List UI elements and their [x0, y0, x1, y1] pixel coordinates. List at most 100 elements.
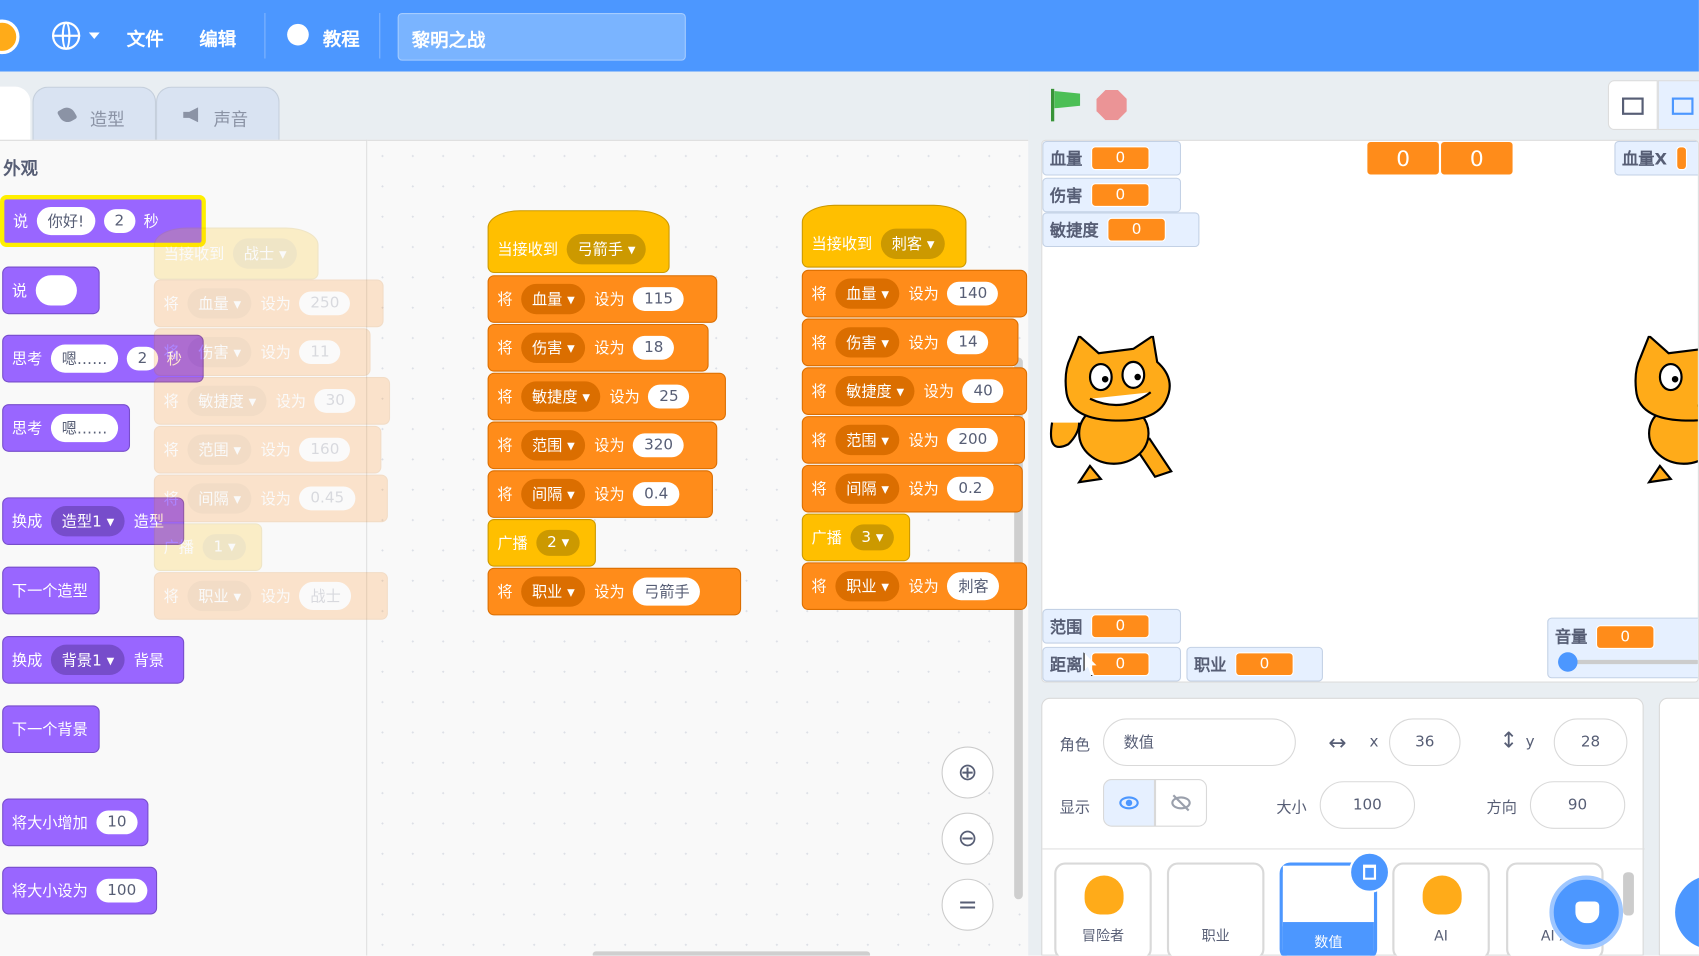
set-var-block[interactable]: 将伤害 ▾ 设为 11 — [153, 328, 371, 376]
variable-dropdown[interactable]: 伤害 ▾ — [835, 327, 900, 358]
think-text-input[interactable]: 嗯…… — [50, 413, 119, 443]
block-change-size[interactable]: 将大小增加 10 — [2, 798, 149, 847]
broadcast-block[interactable]: 广播 2 ▾ — [487, 518, 596, 567]
set-var-block[interactable]: 将敏捷度 ▾ 设为 30 — [153, 377, 391, 425]
block-say[interactable]: 说 — [2, 266, 100, 315]
set-var-block[interactable]: 将 职业 ▾ 设为 刺客 — [801, 562, 1028, 611]
globe-icon[interactable] — [52, 21, 81, 50]
message-dropdown[interactable]: 战士 ▾ — [232, 238, 298, 269]
say-secs-input[interactable]: 2 — [103, 209, 135, 233]
zoom-out-button[interactable]: ⊖ — [941, 812, 994, 865]
variable-dropdown[interactable]: 血量 ▾ — [835, 278, 900, 309]
message-dropdown[interactable]: 刺客 ▾ — [880, 228, 946, 259]
show-hidden-button[interactable] — [1155, 779, 1208, 827]
variable-dropdown[interactable]: 敏捷度 ▾ — [521, 381, 601, 412]
small-stage-button[interactable] — [1607, 80, 1658, 131]
set-var-block[interactable]: 将 敏捷度 ▾ 设为 40 — [801, 367, 1028, 415]
variable-dropdown[interactable]: 伤害 ▾ — [521, 332, 586, 363]
broadcast-dropdown[interactable]: 2 ▾ — [536, 529, 581, 556]
sprite-tile[interactable]: AI — [1392, 862, 1490, 956]
broadcast-dropdown[interactable]: 3 ▾ — [850, 524, 895, 551]
block-next-costume[interactable]: 下一个造型 — [2, 566, 100, 615]
set-var-block[interactable]: 将 间隔 ▾ 设为 0.4 — [487, 470, 713, 518]
tab-code[interactable] — [0, 86, 31, 144]
variable-dropdown[interactable]: 间隔 ▾ — [835, 473, 900, 504]
value-input[interactable]: 14 — [947, 330, 989, 355]
value-input[interactable]: 18 — [633, 335, 675, 360]
large-stage-button[interactable] — [1657, 80, 1699, 131]
sprite-name-input[interactable]: 数值 — [1103, 718, 1296, 767]
broadcast-block[interactable]: 广播 3 ▾ — [801, 513, 911, 562]
variable-dropdown[interactable]: 职业 ▾ — [521, 576, 586, 607]
set-var-block[interactable]: 将 敏捷度 ▾ 设为 25 — [487, 372, 726, 421]
zoom-reset-button[interactable]: = — [941, 878, 994, 931]
variable-dropdown[interactable]: 范围 ▾ — [835, 424, 900, 456]
block-next-backdrop[interactable]: 下一个背景 — [2, 705, 100, 754]
direction-input[interactable]: 90 — [1529, 781, 1626, 829]
menu-edit[interactable]: 编辑 — [199, 24, 236, 51]
size-change-input[interactable]: 10 — [96, 810, 138, 835]
scrollbar-horizontal[interactable] — [592, 951, 871, 956]
value-input[interactable]: 弓箭手 — [633, 577, 701, 606]
y-input[interactable]: 28 — [1553, 718, 1628, 767]
menu-tutorial[interactable]: 教程 — [323, 24, 360, 51]
backdrop-dropdown[interactable]: 背景1 ▾ — [50, 644, 126, 676]
value-input[interactable]: 0.4 — [633, 482, 680, 506]
green-flag-icon[interactable] — [1049, 88, 1082, 122]
scratch-logo[interactable] — [0, 19, 20, 55]
set-var-block[interactable]: 将血量 ▾ 设为 250 — [153, 279, 384, 328]
hat-block[interactable]: 当接收到 战士 ▾ — [153, 227, 319, 280]
block-think[interactable]: 思考 嗯…… — [2, 404, 131, 452]
tab-sounds[interactable]: 声音 — [156, 86, 280, 144]
cat-sprite[interactable] — [1617, 334, 1698, 488]
sprite-list-scrollbar[interactable] — [1623, 872, 1634, 916]
x-input[interactable]: 36 — [1389, 718, 1461, 767]
volume-slider[interactable] — [1558, 652, 1698, 672]
menu-file[interactable]: 文件 — [127, 24, 164, 51]
cat-sprite[interactable] — [1047, 334, 1190, 488]
stage-canvas[interactable]: 血量 0 伤害 0 敏捷度 0 0 0 血量X 范围 0 距离 0 职业 0 音… — [1041, 139, 1699, 683]
variable-dropdown[interactable]: 敏捷度 ▾ — [835, 375, 915, 407]
value-input[interactable]: 140 — [947, 281, 999, 306]
say-text-input[interactable]: 你好! — [36, 206, 95, 236]
costume-dropdown[interactable]: 造型1 ▾ — [50, 505, 126, 537]
think-text-input[interactable]: 嗯…… — [50, 344, 119, 373]
value-input[interactable]: 刺客 — [947, 572, 1000, 601]
set-var-block[interactable]: 将 伤害 ▾ 设为 18 — [487, 323, 709, 372]
tab-costumes[interactable]: 造型 — [32, 86, 157, 144]
say-text-input[interactable] — [35, 275, 77, 306]
set-var-block[interactable]: 将 范围 ▾ 设为 320 — [487, 421, 718, 470]
value-input[interactable]: 200 — [947, 427, 999, 452]
variable-dropdown[interactable]: 间隔 ▾ — [521, 478, 586, 510]
sprite-tile[interactable]: 冒险者 — [1054, 862, 1152, 956]
lightbulb-icon[interactable] — [287, 23, 309, 46]
block-switch-backdrop[interactable]: 换成 背景1 ▾ 背景 — [2, 636, 185, 684]
hat-block[interactable]: 当接收到 刺客 ▾ — [801, 204, 967, 268]
broadcast-block[interactable]: 广播 1 ▾ — [153, 523, 263, 572]
value-input[interactable]: 40 — [962, 379, 1004, 404]
block-set-size[interactable]: 将大小设为 100 — [2, 866, 158, 915]
set-var-block[interactable]: 将 伤害 ▾ 设为 14 — [801, 318, 1019, 367]
value-input[interactable]: 320 — [633, 433, 684, 458]
set-var-block[interactable]: 将间隔 ▾ 设为 0.45 — [153, 474, 388, 523]
size-input[interactable]: 100 — [1319, 781, 1416, 829]
variable-dropdown[interactable]: 血量 ▾ — [521, 283, 586, 315]
value-input[interactable]: 0.2 — [947, 476, 994, 501]
chevron-down-icon[interactable] — [88, 32, 100, 40]
sprite-tile[interactable]: 职业 — [1166, 862, 1265, 956]
set-var-block[interactable]: 将范围 ▾ 设为 160 — [153, 425, 382, 474]
set-var-block[interactable]: 将 范围 ▾ 设为 200 — [801, 416, 1025, 464]
size-set-input[interactable]: 100 — [96, 878, 148, 903]
show-visible-button[interactable] — [1103, 779, 1156, 827]
value-input[interactable]: 115 — [633, 287, 684, 311]
variable-dropdown[interactable]: 范围 ▾ — [521, 430, 586, 461]
value-input[interactable]: 25 — [648, 384, 690, 409]
add-sprite-button[interactable] — [1549, 875, 1624, 950]
hat-block[interactable]: 当接收到 弓箭手 ▾ — [487, 210, 670, 274]
set-var-block[interactable]: 将 职业 ▾ 设为 弓箭手 — [487, 567, 742, 616]
variable-dropdown[interactable]: 职业 ▾ — [835, 571, 900, 602]
delete-sprite-button[interactable] — [1348, 851, 1391, 893]
zoom-in-button[interactable]: ⊕ — [941, 746, 994, 799]
set-var-block[interactable]: 将职业 ▾ 设为 战士 — [153, 572, 388, 620]
slider-thumb[interactable] — [1558, 652, 1578, 672]
